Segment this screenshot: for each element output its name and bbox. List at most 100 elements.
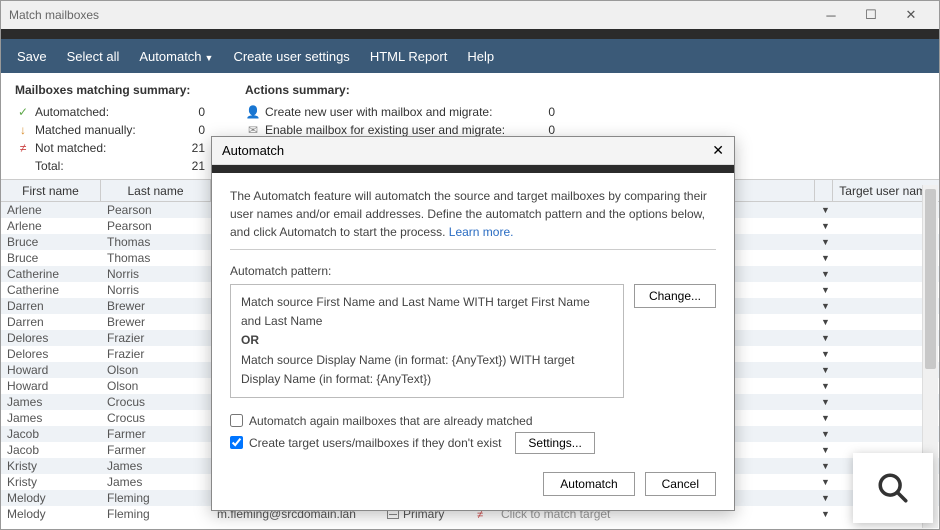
arrow-down-icon: ↓ xyxy=(15,123,31,137)
cell-first-name: Arlene xyxy=(1,203,101,217)
checkbox-create-target[interactable] xyxy=(230,436,243,449)
row-dropdown[interactable]: ▼ xyxy=(815,381,833,391)
automatch-button[interactable]: Automatch xyxy=(543,472,634,496)
row-dropdown[interactable]: ▼ xyxy=(815,445,833,455)
window-title: Match mailboxes xyxy=(9,8,811,22)
manual-label: Matched manually: xyxy=(35,123,175,137)
row-dropdown[interactable]: ▼ xyxy=(815,349,833,359)
row-dropdown[interactable]: ▼ xyxy=(815,413,833,423)
cell-first-name: Darren xyxy=(1,315,101,329)
th-first-name[interactable]: First name xyxy=(1,180,101,201)
cell-last-name: Thomas xyxy=(101,235,211,249)
cell-first-name: Bruce xyxy=(1,251,101,265)
cell-first-name: Howard xyxy=(1,363,101,377)
cell-last-name: Norris xyxy=(101,283,211,297)
menu-save[interactable]: Save xyxy=(7,49,57,64)
row-dropdown[interactable]: ▼ xyxy=(815,237,833,247)
automatch-dialog: Automatch ✕ The Automatch feature will a… xyxy=(211,136,735,511)
dialog-description: The Automatch feature will automatch the… xyxy=(230,187,716,241)
pattern-line-1: Match source First Name and Last Name WI… xyxy=(241,293,613,331)
menu-create-user-settings[interactable]: Create user settings xyxy=(223,49,359,64)
row-dropdown[interactable]: ▼ xyxy=(815,253,833,263)
cell-last-name: Olson xyxy=(101,379,211,393)
cell-last-name: Pearson xyxy=(101,219,211,233)
cell-first-name: Darren xyxy=(1,299,101,313)
row-dropdown[interactable]: ▼ xyxy=(815,397,833,407)
menu-html-report[interactable]: HTML Report xyxy=(360,49,458,64)
cell-first-name: Arlene xyxy=(1,219,101,233)
cell-last-name: Farmer xyxy=(101,427,211,441)
cell-last-name: Thomas xyxy=(101,251,211,265)
row-dropdown[interactable]: ▼ xyxy=(815,365,833,375)
row-dropdown[interactable]: ▼ xyxy=(815,493,833,503)
pattern-box: Match source First Name and Last Name WI… xyxy=(230,284,624,398)
manual-value: 0 xyxy=(175,123,205,137)
cell-last-name: Pearson xyxy=(101,203,211,217)
checkbox-rematch-label: Automatch again mailboxes that are alrea… xyxy=(249,414,533,428)
row-dropdown[interactable]: ▼ xyxy=(815,301,833,311)
chevron-down-icon: ▼ xyxy=(205,53,214,63)
actions-summary-heading: Actions summary: xyxy=(245,83,555,97)
dialog-close-button[interactable]: ✕ xyxy=(712,142,724,159)
row-dropdown[interactable]: ▼ xyxy=(815,333,833,343)
cell-last-name: Fleming xyxy=(101,491,211,505)
scrollbar-thumb[interactable] xyxy=(925,189,936,369)
window-titlebar: Match mailboxes ─ ☐ ✕ xyxy=(1,1,939,29)
mailboxes-summary: Mailboxes matching summary: ✓Automatched… xyxy=(15,83,205,175)
mailboxes-summary-heading: Mailboxes matching summary: xyxy=(15,83,205,97)
window-minimize-button[interactable]: ─ xyxy=(811,8,851,23)
row-dropdown[interactable]: ▼ xyxy=(815,221,833,231)
th-dropdown xyxy=(815,180,833,201)
cell-first-name: Howard xyxy=(1,379,101,393)
notmatched-label: Not matched: xyxy=(35,141,175,155)
learn-more-link[interactable]: Learn more. xyxy=(449,225,514,239)
settings-button[interactable]: Settings... xyxy=(515,432,594,454)
menu-help[interactable]: Help xyxy=(457,49,504,64)
row-dropdown[interactable]: ▼ xyxy=(815,429,833,439)
user-plus-icon: 👤 xyxy=(245,105,261,119)
cell-first-name: Catherine xyxy=(1,283,101,297)
change-button[interactable]: Change... xyxy=(634,284,716,308)
cell-first-name: Jacob xyxy=(1,427,101,441)
menu-automatch[interactable]: Automatch▼ xyxy=(129,49,223,64)
cell-first-name: Melody xyxy=(1,491,101,505)
automatched-value: 0 xyxy=(175,105,205,119)
menubar: Save Select all Automatch▼ Create user s… xyxy=(1,39,939,73)
cell-first-name: Jacob xyxy=(1,443,101,457)
cell-last-name: Frazier xyxy=(101,331,211,345)
floating-search-panel[interactable] xyxy=(853,453,933,523)
cell-first-name: Melody xyxy=(1,507,101,521)
cancel-button[interactable]: Cancel xyxy=(645,472,716,496)
window-maximize-button[interactable]: ☐ xyxy=(851,7,891,23)
row-dropdown[interactable]: ▼ xyxy=(815,477,833,487)
cell-last-name: James xyxy=(101,475,211,489)
menu-select-all[interactable]: Select all xyxy=(57,49,130,64)
action-create-label: Create new user with mailbox and migrate… xyxy=(265,105,525,119)
cell-first-name: Delores xyxy=(1,347,101,361)
not-equal-icon: ≠ xyxy=(15,141,31,155)
action-enable-value: 0 xyxy=(525,123,555,137)
dialog-strip xyxy=(212,165,734,173)
cell-last-name: Frazier xyxy=(101,347,211,361)
cell-last-name: Crocus xyxy=(101,395,211,409)
cell-last-name: Olson xyxy=(101,363,211,377)
row-dropdown[interactable]: ▼ xyxy=(815,317,833,327)
cell-last-name: Norris xyxy=(101,267,211,281)
ribbon-strip xyxy=(1,29,939,39)
row-dropdown[interactable]: ▼ xyxy=(815,269,833,279)
row-dropdown[interactable]: ▼ xyxy=(815,285,833,295)
th-last-name[interactable]: Last name xyxy=(101,180,211,201)
checkbox-rematch[interactable] xyxy=(230,414,243,427)
row-dropdown[interactable]: ▼ xyxy=(815,461,833,471)
cell-last-name: Crocus xyxy=(101,411,211,425)
mailbox-enable-icon: ✉ xyxy=(245,123,261,137)
row-dropdown[interactable]: ▼ xyxy=(815,205,833,215)
pattern-or: OR xyxy=(241,331,613,350)
cell-last-name: Brewer xyxy=(101,315,211,329)
row-dropdown[interactable]: ▼ xyxy=(815,509,833,519)
cell-first-name: Catherine xyxy=(1,267,101,281)
window-close-button[interactable]: ✕ xyxy=(891,7,931,23)
automatched-label: Automatched: xyxy=(35,105,175,119)
action-create-value: 0 xyxy=(525,105,555,119)
primary-icon xyxy=(387,510,399,519)
